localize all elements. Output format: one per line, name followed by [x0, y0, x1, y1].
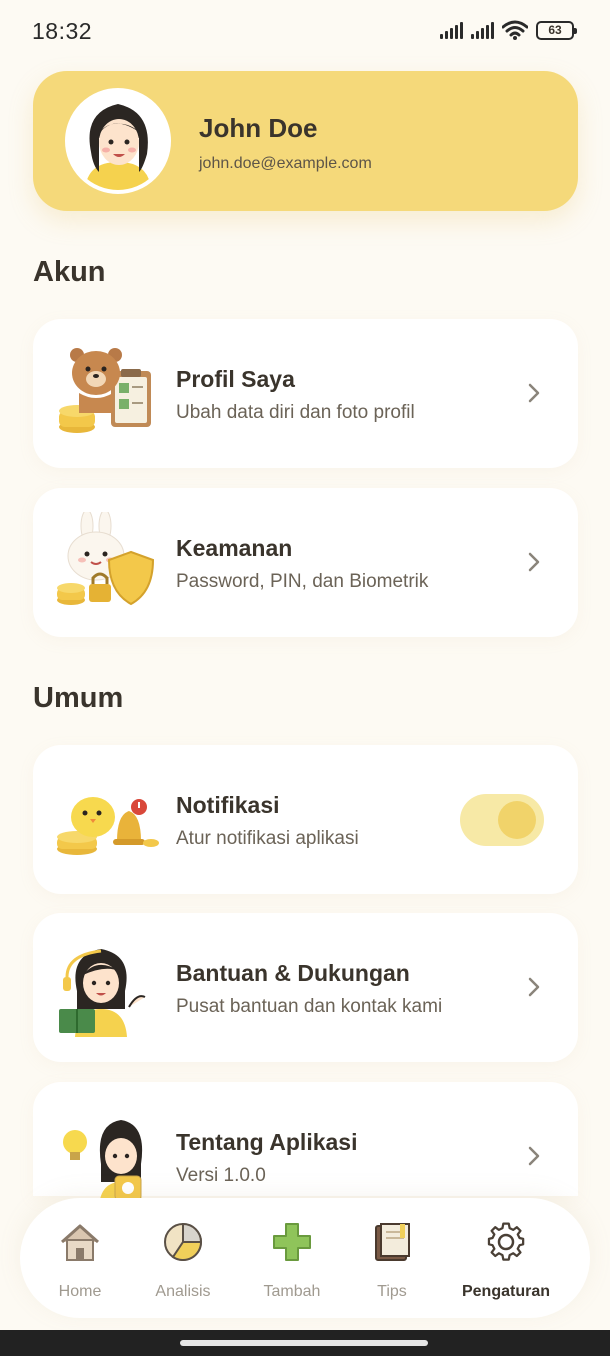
nav-label: Tambah: [263, 1283, 321, 1300]
nav-item-settings[interactable]: Pengaturan: [456, 1220, 556, 1301]
card-subtitle: Versi 1.0.0: [176, 1165, 266, 1186]
bear-clipboard-icon: [59, 348, 151, 433]
signal-icon: [471, 21, 494, 39]
home-icon: [61, 1224, 99, 1261]
card-title: Profil Saya: [176, 366, 295, 392]
signal-icon: [440, 21, 463, 39]
nav-item-add[interactable]: Tambah: [242, 1220, 342, 1301]
card-subtitle: Pusat bantuan dan kontak kami: [176, 996, 443, 1017]
nav-label: Home: [58, 1283, 102, 1300]
profile-email: john.doe@example.com: [199, 155, 372, 172]
card-title: Bantuan & Dukungan: [176, 960, 410, 986]
settings-item-about[interactable]: Tentang Aplikasi Versi 1.0.0: [33, 1082, 578, 1206]
nav-label: Pengaturan: [461, 1283, 550, 1300]
avatar[interactable]: [65, 88, 171, 194]
settings-item-help[interactable]: Bantuan & Dukungan Pusat bantuan dan kon…: [33, 913, 578, 1062]
wifi-icon: [502, 20, 528, 40]
home-indicator[interactable]: [180, 1340, 428, 1346]
bulb-girl-icon: [63, 1120, 143, 1206]
nav-item-tips[interactable]: Tips: [342, 1220, 442, 1301]
nav-label: Analisis: [155, 1283, 211, 1300]
card-title: Notifikasi: [176, 792, 280, 818]
section-title-general: Umum: [33, 682, 124, 714]
battery-icon: 63: [536, 20, 577, 40]
section-title-account: Akun: [33, 256, 106, 288]
card-subtitle: Password, PIN, dan Biometrik: [176, 571, 429, 592]
support-agent-icon: [59, 949, 146, 1037]
chevron-right-icon: [528, 383, 540, 403]
settings-item-profile[interactable]: Profil Saya Ubah data diri dan foto prof…: [33, 319, 578, 468]
notifications-toggle[interactable]: [460, 794, 544, 846]
book-icon: [375, 1223, 410, 1261]
pie-chart-icon: [164, 1222, 203, 1262]
settings-item-security[interactable]: Keamanan Password, PIN, dan Biometrik: [33, 488, 578, 637]
card-subtitle: Atur notifikasi aplikasi: [176, 828, 359, 849]
status-icons: 63: [440, 20, 577, 40]
chevron-right-icon: [528, 977, 540, 997]
profile-header-card[interactable]: John Doe john.doe@example.com: [33, 71, 578, 211]
card-subtitle: Ubah data diri dan foto profil: [176, 402, 415, 423]
chevron-right-icon: [528, 552, 540, 572]
settings-item-notifications[interactable]: Notifikasi Atur notifikasi aplikasi: [33, 745, 578, 894]
card-title: Tentang Aplikasi: [176, 1129, 358, 1155]
nav-item-analytics[interactable]: Analisis: [133, 1220, 233, 1301]
gear-icon: [487, 1222, 525, 1261]
profile-name: John Doe: [199, 113, 318, 143]
system-navigation-bar: [0, 1330, 610, 1356]
status-time: 18:32: [32, 18, 93, 44]
bottom-navigation: Home Analisis Tambah Tips Pengaturan: [20, 1198, 590, 1318]
plus-icon: [273, 1223, 311, 1261]
status-bar: 18:32 63: [0, 0, 610, 62]
bunny-shield-icon: [57, 512, 155, 606]
toggle-knob: [498, 801, 536, 839]
chevron-right-icon: [528, 1146, 540, 1166]
card-title: Keamanan: [176, 535, 293, 561]
chick-bell-icon: [57, 797, 159, 855]
nav-item-home[interactable]: Home: [30, 1220, 130, 1301]
nav-label: Tips: [377, 1283, 407, 1300]
